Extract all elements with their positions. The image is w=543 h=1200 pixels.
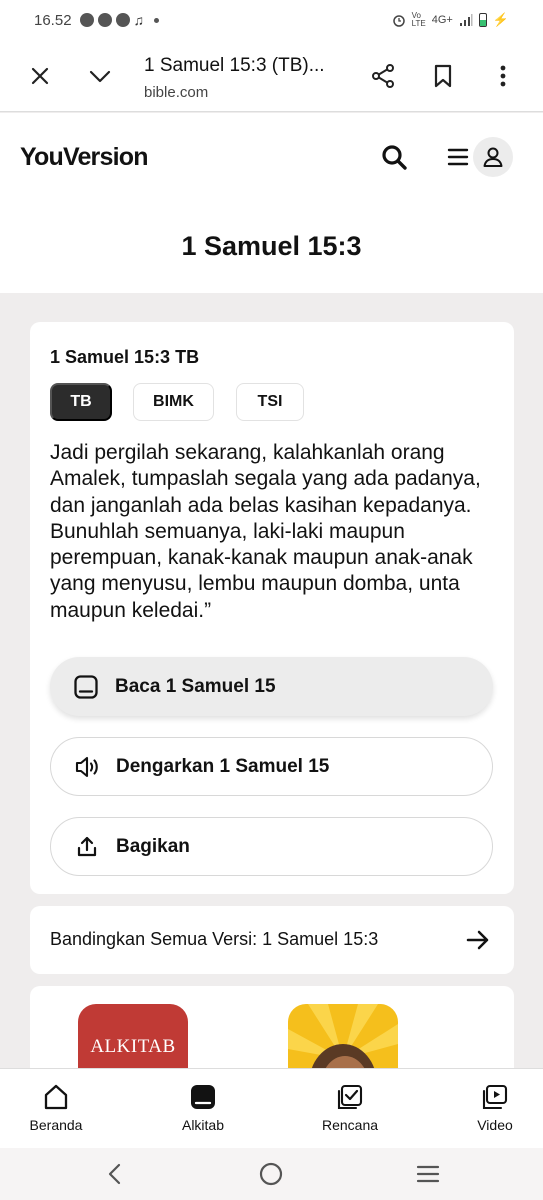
search-icon[interactable] <box>380 143 408 171</box>
recent-apps-icon[interactable] <box>414 1160 442 1188</box>
verse-line: Jadi pergilah sekarang, kalahkanlah oran… <box>50 441 445 464</box>
speaker-icon <box>73 753 101 781</box>
page-heading: 1 Samuel 15:3 <box>181 231 362 261</box>
status-right: Vo LTE 4G+ ⚡ <box>392 12 509 28</box>
youversion-logo[interactable]: YouVersion <box>20 143 148 172</box>
verse-line: maupun keledai.” <box>50 598 212 622</box>
whatsapp-icon <box>79 13 94 27</box>
compare-versions-card[interactable]: Bandingkan Semua Versi: 1 Samuel 15:3 <box>30 906 514 974</box>
book-icon <box>72 673 100 701</box>
upload-share-icon <box>73 833 101 861</box>
site-header: YouVersion 1 Samuel 15:3 <box>0 113 543 293</box>
share-icon[interactable] <box>369 62 397 90</box>
tiktok-icon: ♫ <box>133 12 145 28</box>
chat-icon <box>97 13 112 27</box>
back-icon[interactable] <box>101 1160 129 1188</box>
version-tab-tsi[interactable]: TSI <box>236 383 304 421</box>
listen-chapter-label: Dengarkan 1 Samuel 15 <box>116 755 330 777</box>
bible-kids-app-icon[interactable] <box>288 1004 398 1076</box>
nav-bible-label: Alkitab <box>181 1117 225 1133</box>
alarm-icon <box>392 15 405 27</box>
message-icon <box>115 13 130 27</box>
nav-video[interactable]: Video <box>450 1083 540 1133</box>
verse-line: yang menyusu, lembu maupun domba, unta <box>50 572 460 596</box>
verse-line: Bunuhlah semuanya, laki-laki maupun <box>50 519 405 543</box>
verse-line: Amalek, tumpaslah segala yang ada padany… <box>50 467 481 491</box>
more-notifications-icon <box>154 17 160 23</box>
more-vert-icon[interactable] <box>489 62 517 90</box>
plans-checklist-icon <box>336 1083 364 1111</box>
system-navigation-bar <box>0 1148 543 1200</box>
compare-versions-label: Bandingkan Semua Versi: 1 Samuel 15:3 <box>50 929 379 949</box>
menu-icon[interactable] <box>447 145 469 169</box>
home-icon <box>42 1083 70 1111</box>
status-bar: 16.52 ♫ Vo LTE 4G+ ⚡ <box>0 0 543 40</box>
nav-home[interactable]: Beranda <box>11 1083 101 1133</box>
verse-card: 1 Samuel 15:3 TB TB BIMK TSI Jadi pergil… <box>30 322 514 894</box>
apps-promo-card: ALKITAB <box>30 986 514 1076</box>
bottom-navigation: Beranda Alkitab Rencana Video <box>0 1068 543 1148</box>
verse-reference: 1 Samuel 15:3 TB <box>50 347 200 367</box>
nav-home-label: Beranda <box>29 1117 83 1133</box>
verse-line: perempuan, kanak-kanak maupun anak-anak <box>50 546 473 570</box>
chevron-down-icon[interactable] <box>86 62 114 90</box>
battery-icon <box>478 13 487 27</box>
volte-icon: Vo LTE <box>411 11 426 28</box>
arrow-right-icon <box>465 927 491 953</box>
version-tab-tb[interactable]: TB <box>50 383 112 421</box>
page-url: bible.com <box>144 84 209 101</box>
status-time: 16.52 <box>34 11 72 29</box>
close-icon[interactable] <box>26 62 54 90</box>
nav-plans-label: Rencana <box>321 1117 379 1133</box>
charging-icon: ⚡ <box>492 12 509 27</box>
nav-plans[interactable]: Rencana <box>305 1083 395 1133</box>
signal-icon <box>459 14 473 26</box>
bookmark-icon[interactable] <box>429 62 457 90</box>
listen-chapter-button[interactable]: Dengarkan 1 Samuel 15 <box>50 737 493 796</box>
page-title: 1 Samuel 15:3 (TB)... <box>144 55 325 76</box>
notification-icons: ♫ <box>79 12 160 28</box>
read-chapter-button[interactable]: Baca 1 Samuel 15 <box>50 657 493 716</box>
share-label: Bagikan <box>116 835 190 857</box>
browser-toolbar: 1 Samuel 15:3 (TB)... bible.com <box>0 40 543 112</box>
video-icon <box>481 1083 509 1111</box>
version-tab-bimk[interactable]: BIMK <box>133 383 214 421</box>
user-icon <box>483 147 503 167</box>
bible-app-icon[interactable]: ALKITAB <box>78 1004 188 1076</box>
bible-app-label: ALKITAB <box>90 1036 176 1057</box>
nav-bible[interactable]: Alkitab <box>158 1083 248 1133</box>
bible-icon <box>189 1083 217 1111</box>
network-type: 4G+ <box>431 14 453 26</box>
kids-character-icon <box>288 1004 398 1076</box>
nav-video-label: Video <box>477 1117 513 1133</box>
verse-line: dan janganlah ada belas kasihan kepadany… <box>50 493 472 517</box>
read-chapter-label: Baca 1 Samuel 15 <box>115 675 276 697</box>
home-circle-icon[interactable] <box>257 1160 285 1188</box>
share-button[interactable]: Bagikan <box>50 817 493 876</box>
verse-text: Jadi pergilah sekarang, kalahkanlah oran… <box>50 440 498 624</box>
profile-avatar[interactable] <box>473 137 513 177</box>
